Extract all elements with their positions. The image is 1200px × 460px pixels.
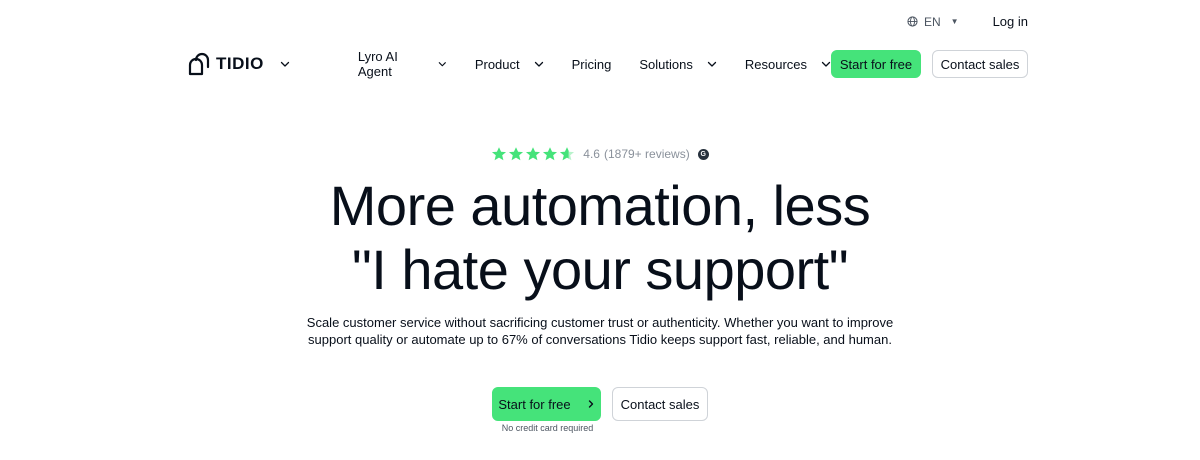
- nav-item-pricing[interactable]: Pricing: [572, 57, 612, 72]
- subtitle-line-2: support quality or automate up to 67% of…: [308, 332, 892, 347]
- contact-sales-button[interactable]: Contact sales: [932, 50, 1028, 78]
- start-for-free-button[interactable]: Start for free: [831, 50, 921, 78]
- nav-item-label: Lyro AI Agent: [357, 49, 398, 79]
- hero-contact-sales-button[interactable]: Contact sales: [612, 387, 708, 421]
- logo[interactable]: TIDIO: [186, 52, 290, 76]
- main-nav: TIDIO Lyro AI Agent Product Pricing Solu…: [186, 49, 1028, 79]
- globe-icon: [907, 16, 918, 27]
- nav-item-label: Solutions: [639, 56, 693, 72]
- page: EN ▼ Log in TIDIO Lyro AI Agent Product: [0, 0, 1200, 460]
- caret-down-icon: ▼: [950, 17, 959, 26]
- chevron-down-icon: [821, 61, 831, 67]
- headline-line-1: More automation, less: [329, 174, 871, 237]
- nav-item-label: Pricing: [571, 56, 612, 72]
- utility-bar: EN ▼ Log in: [907, 14, 1028, 29]
- chevron-down-icon: [707, 61, 717, 67]
- hero-start-for-free-button[interactable]: Start for free: [492, 387, 601, 421]
- g2-icon: G: [697, 148, 709, 160]
- nav-item-label: Product: [474, 56, 520, 72]
- star-icon: [543, 147, 558, 161]
- nav-menu: Lyro AI Agent Product Pricing Solutions …: [358, 49, 831, 79]
- tidio-logo-icon: [188, 52, 210, 76]
- nav-item-label: Resources: [744, 56, 807, 72]
- button-label: Start for free: [498, 396, 571, 412]
- rating-reviews: (1879+ reviews): [603, 147, 690, 161]
- rating: 4.6 (1879+ reviews) G: [0, 146, 1200, 162]
- nav-actions: Start for free Contact sales: [831, 50, 1028, 78]
- star-icon: [526, 147, 541, 161]
- nav-item-solutions[interactable]: Solutions: [639, 56, 717, 72]
- rating-value: 4.6: [583, 147, 600, 161]
- logo-text: TIDIO: [216, 54, 264, 73]
- nav-item-product[interactable]: Product: [475, 57, 544, 72]
- login-link[interactable]: Log in: [993, 14, 1028, 29]
- chevron-down-icon: [534, 61, 543, 67]
- star-rating: [491, 146, 575, 162]
- hero-subtitle: Scale customer service without sacrifici…: [300, 314, 900, 348]
- language-label: EN: [923, 14, 941, 29]
- headline-line-2: "I hate your support": [351, 238, 849, 301]
- nav-item-lyro[interactable]: Lyro AI Agent: [358, 49, 447, 79]
- language-selector[interactable]: EN ▼: [907, 15, 959, 29]
- star-icon: [560, 147, 575, 161]
- chevron-down-icon: [438, 62, 447, 67]
- hero-headline: More automation, less "I hate your suppo…: [0, 174, 1200, 302]
- nav-item-resources[interactable]: Resources: [745, 57, 831, 72]
- hero-cta: Start for free Contact sales: [0, 387, 1200, 421]
- chevron-right-icon: [588, 400, 593, 408]
- subtitle-line-1: Scale customer service without sacrifici…: [306, 315, 894, 330]
- star-icon: [509, 147, 524, 161]
- star-icon: [492, 147, 507, 161]
- no-credit-card-note: No credit card required: [501, 423, 594, 433]
- chevron-down-icon[interactable]: [280, 59, 290, 69]
